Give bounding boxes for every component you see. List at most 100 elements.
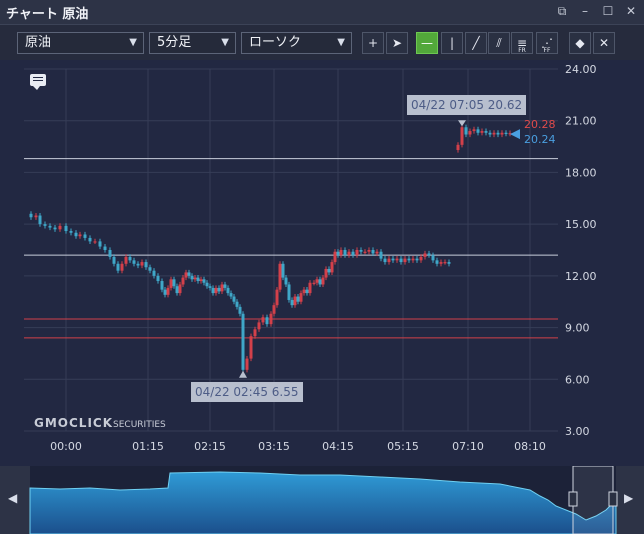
candle-body bbox=[34, 215, 38, 218]
candle-body bbox=[257, 322, 261, 330]
candle-body bbox=[120, 263, 124, 271]
candle-body bbox=[93, 241, 97, 243]
candle-body bbox=[181, 277, 185, 285]
candle-body bbox=[496, 132, 500, 135]
candle-body bbox=[103, 246, 107, 250]
candle-body bbox=[427, 253, 431, 256]
candle-body bbox=[333, 251, 337, 263]
x-tick-label: 02:15 bbox=[194, 440, 226, 453]
chart-type-select[interactable]: ローソク ▼ bbox=[241, 32, 352, 54]
candle-body bbox=[305, 289, 309, 294]
candle-body bbox=[163, 289, 167, 295]
candle-body bbox=[351, 251, 355, 256]
candle-body bbox=[98, 241, 102, 247]
high-tooltip: 04/22 07:05 20.62 bbox=[407, 95, 527, 115]
maximize-icon[interactable]: ☐ bbox=[601, 3, 615, 19]
window-title: チャート 原油 bbox=[6, 7, 89, 22]
last-price-marker-icon bbox=[510, 129, 520, 140]
pointer-tool-icon: ➤ bbox=[391, 36, 403, 50]
x-tick-label: 04:15 bbox=[322, 440, 354, 453]
candle-body bbox=[205, 282, 209, 287]
candle-body bbox=[265, 317, 269, 325]
candle-body bbox=[152, 270, 156, 276]
price-chart[interactable]: 24.00 21.00 18.00 15.00 12.00 9.00 6.00 3.00 00:… bbox=[0, 60, 644, 466]
last-price-red: 20.28 bbox=[524, 118, 556, 131]
fibonacci-fan-tool[interactable]: ⋰ FF bbox=[536, 32, 558, 54]
candle-body bbox=[468, 131, 472, 135]
symbol-select-value: 原油 bbox=[25, 35, 52, 50]
candle-body bbox=[217, 287, 221, 292]
candle-body bbox=[435, 260, 439, 264]
candle-body bbox=[287, 284, 291, 300]
x-tick-label: 05:15 bbox=[387, 440, 419, 453]
close-icon[interactable]: ✕ bbox=[624, 3, 638, 19]
crosshair-tool[interactable]: + bbox=[362, 32, 384, 54]
candle-body bbox=[355, 250, 359, 256]
trend-line-tool[interactable]: ╱ bbox=[465, 32, 487, 54]
candle-body bbox=[208, 286, 212, 288]
candle-body bbox=[178, 284, 182, 294]
candle-body bbox=[148, 267, 152, 271]
candle-body bbox=[83, 234, 87, 238]
candle-body bbox=[336, 251, 340, 256]
candle-body bbox=[48, 225, 52, 228]
popout-icon[interactable]: ⧉ bbox=[555, 3, 569, 19]
candle-body bbox=[235, 301, 239, 307]
candle-body bbox=[399, 258, 403, 263]
interval-select[interactable]: 5分足 ▼ bbox=[149, 32, 236, 54]
range-navigator[interactable]: ◀ ▶ bbox=[0, 466, 644, 534]
candle-body bbox=[447, 262, 451, 264]
low-marker-icon bbox=[239, 370, 247, 378]
broker-logo: GMOCLICKSECURITIES bbox=[34, 416, 166, 430]
candle-body bbox=[214, 287, 218, 294]
candle-body bbox=[379, 251, 383, 259]
chart-type-select-value: ローソク bbox=[249, 35, 302, 50]
candle-body bbox=[315, 279, 319, 283]
candle-body bbox=[480, 131, 484, 133]
candle-body bbox=[278, 263, 282, 290]
candle-body bbox=[324, 268, 328, 278]
candle-body bbox=[193, 277, 197, 280]
candle-body bbox=[431, 255, 435, 261]
candle-body bbox=[296, 296, 300, 302]
fibonacci-retracement-tool[interactable]: ≡ FR bbox=[511, 32, 533, 54]
candle-body bbox=[312, 282, 316, 284]
vertical-line-tool[interactable]: | bbox=[441, 32, 463, 54]
candle-body bbox=[290, 299, 294, 306]
candle-body bbox=[202, 279, 206, 283]
navigator-handle-icon bbox=[608, 491, 618, 507]
candle-body bbox=[132, 260, 136, 264]
candle-body bbox=[53, 227, 57, 230]
candle-body bbox=[419, 256, 423, 261]
candle-body bbox=[308, 282, 312, 294]
candle-body bbox=[226, 287, 230, 294]
eraser-tool-icon: ◆ bbox=[575, 36, 585, 50]
candle-body bbox=[492, 132, 496, 135]
chevron-down-icon: ▼ bbox=[221, 37, 229, 48]
symbol-select[interactable]: 原油 ▼ bbox=[17, 32, 144, 54]
broker-logo-suffix: SECURITIES bbox=[113, 420, 166, 430]
chevron-down-icon: ▼ bbox=[337, 37, 345, 48]
candle-body bbox=[318, 279, 322, 285]
candle-body bbox=[38, 215, 42, 225]
trend-line-tool-icon: ╱ bbox=[472, 36, 480, 50]
minimize-icon[interactable]: – bbox=[578, 3, 592, 19]
candle-body bbox=[261, 317, 265, 323]
candle-body bbox=[456, 144, 460, 151]
candle-body bbox=[367, 250, 371, 252]
candle-body bbox=[211, 287, 215, 294]
candle-body bbox=[464, 127, 468, 135]
candle-body bbox=[238, 306, 242, 314]
candle-body bbox=[160, 281, 164, 290]
candle-body bbox=[347, 251, 351, 256]
channel-tool[interactable]: ⫽ bbox=[488, 32, 510, 54]
horizontal-line-tool[interactable]: — bbox=[416, 32, 438, 54]
navigator-handle-icon bbox=[568, 491, 578, 507]
erase-all-tool[interactable]: ✕ bbox=[593, 32, 615, 54]
candle-body bbox=[443, 262, 447, 264]
chevron-down-icon: ▼ bbox=[129, 37, 137, 48]
eraser-tool[interactable]: ◆ bbox=[569, 32, 591, 54]
window-controls: ⧉ – ☐ ✕ bbox=[555, 3, 638, 19]
candle-body bbox=[74, 232, 78, 237]
pointer-tool[interactable]: ➤ bbox=[386, 32, 408, 54]
